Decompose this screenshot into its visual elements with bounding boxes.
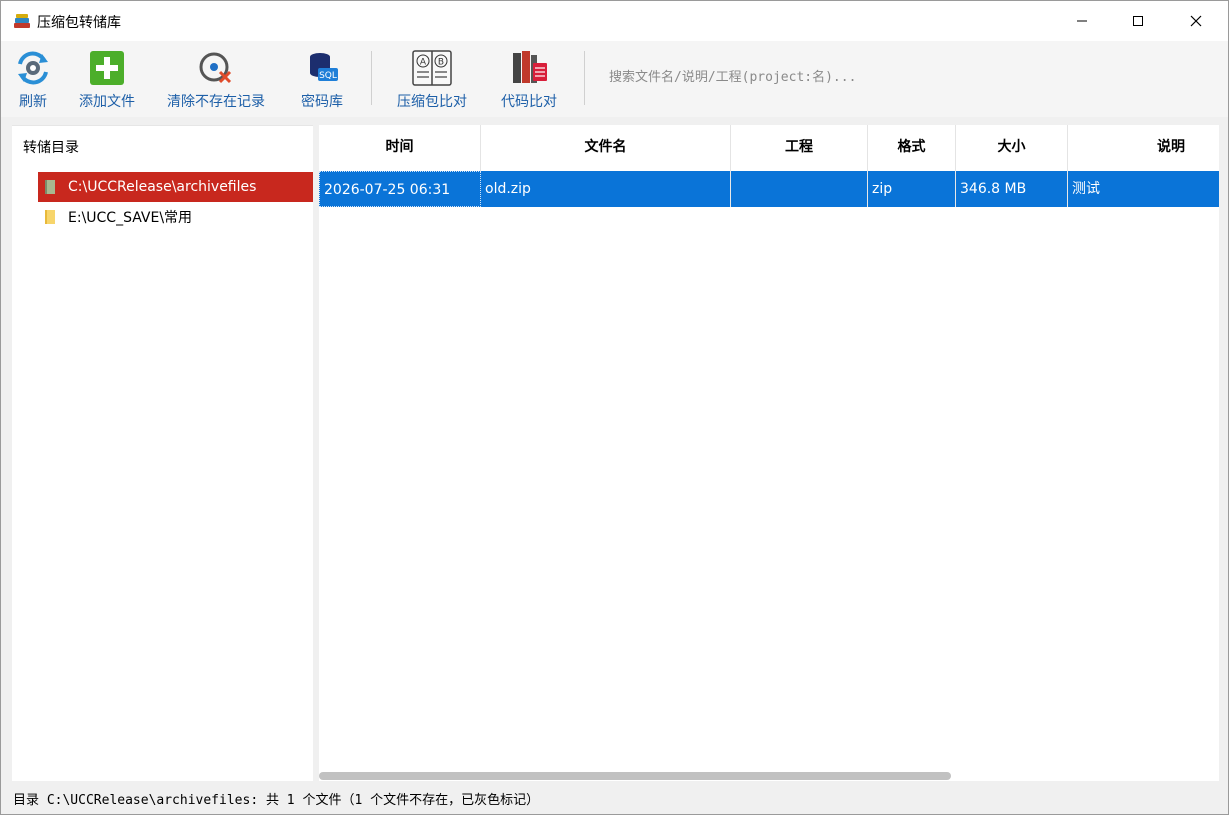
column-header-size[interactable]: 大小 bbox=[956, 125, 1068, 171]
svg-text:A: A bbox=[420, 58, 427, 68]
maximize-icon bbox=[1133, 16, 1143, 26]
cell-format[interactable]: zip bbox=[868, 171, 956, 207]
password-db-button[interactable]: SQL 密码库 bbox=[301, 49, 343, 111]
clear-missing-button[interactable]: 清除不存在记录 bbox=[167, 49, 265, 111]
archive-compare-button[interactable]: A B 压缩包比对 bbox=[397, 49, 467, 111]
column-header-project[interactable]: 工程 bbox=[731, 125, 868, 171]
close-button[interactable] bbox=[1173, 1, 1219, 41]
tree-header: 转储目录 bbox=[23, 140, 79, 156]
status-text: 目录 C:\UCCRelease\archivefiles: 共 1 个文件（1… bbox=[13, 793, 540, 808]
toolbar-separator bbox=[371, 51, 372, 105]
cell-project[interactable] bbox=[731, 171, 868, 207]
title-bar: 压缩包转储库 bbox=[1, 1, 1228, 41]
window-title: 压缩包转储库 bbox=[37, 15, 121, 31]
code-compare-button[interactable]: 代码比对 bbox=[501, 49, 557, 111]
refresh-gear-icon bbox=[13, 49, 53, 87]
add-file-label: 添加文件 bbox=[79, 94, 135, 110]
cell-filename[interactable]: old.zip bbox=[481, 171, 731, 207]
table-header: 时间 文件名 工程 格式 大小 说明 bbox=[319, 125, 1219, 171]
tree-item-label: E:\UCC_SAVE\常用 bbox=[68, 210, 193, 226]
refresh-label: 刷新 bbox=[19, 94, 47, 110]
clear-record-icon bbox=[196, 49, 236, 87]
clear-missing-label: 清除不存在记录 bbox=[167, 94, 265, 110]
column-header-note[interactable]: 说明 bbox=[1068, 125, 1219, 171]
green-plus-icon bbox=[87, 49, 127, 87]
password-db-label: 密码库 bbox=[301, 94, 343, 110]
svg-text:SQL: SQL bbox=[319, 71, 337, 81]
minimize-button[interactable] bbox=[1059, 1, 1105, 41]
cell-size[interactable]: 346.8 MB bbox=[956, 171, 1068, 207]
minimize-icon bbox=[1077, 20, 1087, 22]
svg-text:B: B bbox=[438, 58, 444, 68]
tree-item-archivefiles[interactable]: C:\UCCRelease\archivefiles bbox=[38, 172, 313, 202]
archive-compare-label: 压缩包比对 bbox=[397, 94, 467, 110]
status-bar: 目录 C:\UCCRelease\archivefiles: 共 1 个文件（1… bbox=[1, 783, 1228, 814]
search-input[interactable] bbox=[601, 61, 1101, 93]
column-header-time[interactable]: 时间 bbox=[319, 125, 481, 171]
scrollbar-thumb[interactable] bbox=[319, 772, 951, 780]
app-window: 压缩包转储库 刷新 添加文件 清除不存在记录 SQL 密码库 A B 压缩包比对… bbox=[0, 0, 1229, 815]
add-file-button[interactable]: 添加文件 bbox=[79, 49, 135, 111]
sql-database-icon: SQL bbox=[302, 49, 342, 87]
column-header-format[interactable]: 格式 bbox=[868, 125, 956, 171]
table-row[interactable]: 2026-07-25 06:31 old.zip zip 346.8 MB 测试 bbox=[319, 171, 1219, 207]
ab-compare-icon: A B bbox=[412, 49, 452, 87]
cell-time[interactable]: 2026-07-25 06:31 bbox=[319, 171, 481, 207]
toolbar-separator bbox=[584, 51, 585, 105]
code-compare-label: 代码比对 bbox=[501, 94, 557, 110]
close-icon bbox=[1190, 15, 1202, 27]
maximize-button[interactable] bbox=[1115, 1, 1161, 41]
cell-note[interactable]: 测试 bbox=[1068, 171, 1219, 207]
books-icon bbox=[14, 14, 30, 28]
file-table: 时间 文件名 工程 格式 大小 说明 2026-07-25 06:31 old.… bbox=[319, 125, 1219, 781]
horizontal-scrollbar[interactable] bbox=[319, 771, 1219, 781]
column-header-filename[interactable]: 文件名 bbox=[481, 125, 731, 171]
code-compare-icon bbox=[509, 49, 549, 87]
toolbar: 刷新 添加文件 清除不存在记录 SQL 密码库 A B 压缩包比对 代码比对 搜… bbox=[1, 41, 1228, 117]
refresh-button[interactable]: 刷新 bbox=[13, 49, 53, 111]
tree-item-ucc-save[interactable]: E:\UCC_SAVE\常用 bbox=[38, 202, 313, 232]
folder-icon bbox=[45, 210, 55, 224]
storage-directory-tree: 转储目录 C:\UCCRelease\archivefiles E:\UCC_S… bbox=[12, 125, 313, 781]
tree-item-label: C:\UCCRelease\archivefiles bbox=[68, 179, 257, 195]
folder-icon bbox=[45, 180, 55, 194]
panel-border bbox=[1219, 125, 1228, 781]
